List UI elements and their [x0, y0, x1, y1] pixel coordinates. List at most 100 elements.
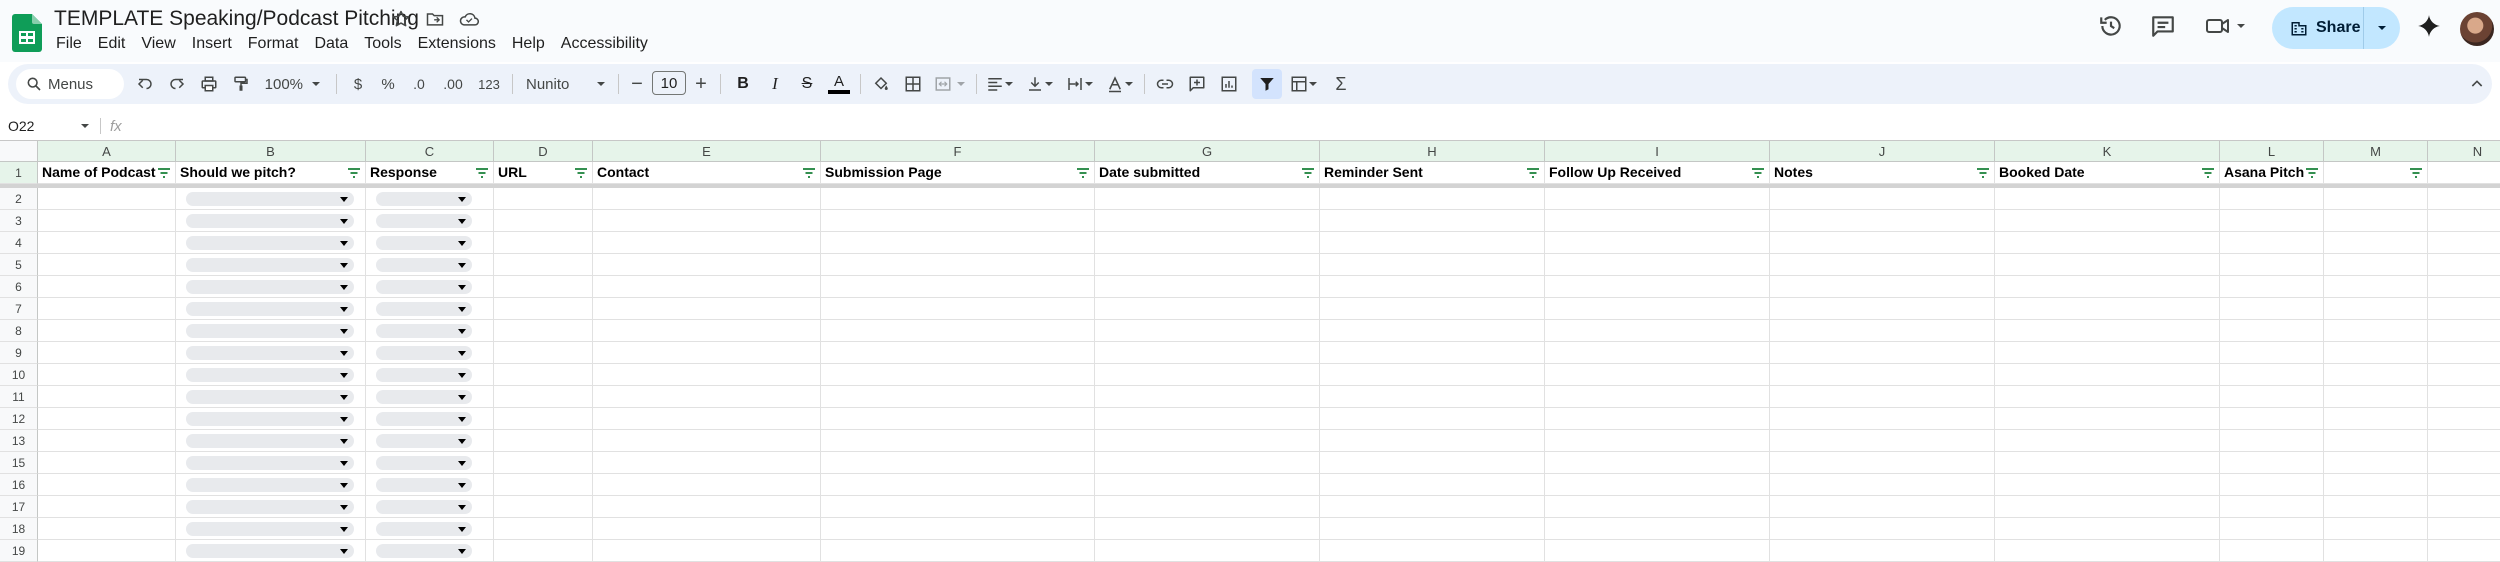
table-cell[interactable]: [176, 276, 366, 298]
table-cell[interactable]: [2324, 364, 2428, 386]
table-cell[interactable]: [1995, 430, 2220, 452]
table-cell[interactable]: [1545, 474, 1770, 496]
row-header[interactable]: 15: [0, 452, 38, 474]
decrease-decimal-button[interactable]: .0: [404, 64, 434, 104]
table-cell[interactable]: [2220, 298, 2324, 320]
dropdown-chip[interactable]: [376, 236, 472, 250]
dropdown-chip[interactable]: [186, 456, 354, 470]
table-cell[interactable]: [2324, 276, 2428, 298]
menu-file[interactable]: File: [48, 32, 90, 56]
table-cell[interactable]: [1995, 254, 2220, 276]
table-cell[interactable]: [593, 518, 821, 540]
insert-comment-icon[interactable]: [1182, 64, 1212, 104]
functions-button[interactable]: Σ: [1326, 64, 1356, 104]
table-cell[interactable]: [1320, 452, 1545, 474]
row-header[interactable]: 1: [0, 162, 38, 184]
table-cell[interactable]: [593, 342, 821, 364]
row-header[interactable]: 11: [0, 386, 38, 408]
table-cell[interactable]: [2220, 474, 2324, 496]
table-cell[interactable]: [2324, 408, 2428, 430]
row-header[interactable]: 3: [0, 210, 38, 232]
column-filter-icon[interactable]: [1301, 166, 1315, 180]
meet-button[interactable]: [2204, 14, 2246, 38]
column-header-l[interactable]: L: [2220, 141, 2324, 162]
table-cell[interactable]: [38, 320, 176, 342]
table-cell[interactable]: [2324, 474, 2428, 496]
table-cell[interactable]: [1995, 320, 2220, 342]
header-cell[interactable]: Response: [366, 162, 494, 184]
table-cell[interactable]: [1995, 210, 2220, 232]
table-cell[interactable]: [821, 496, 1095, 518]
table-cell[interactable]: [2428, 254, 2500, 276]
filter-views-icon[interactable]: [1284, 64, 1324, 104]
table-cell[interactable]: [1545, 386, 1770, 408]
table-cell[interactable]: [38, 276, 176, 298]
table-cell[interactable]: [366, 496, 494, 518]
dropdown-chip[interactable]: [186, 368, 354, 382]
column-filter-icon[interactable]: [2305, 166, 2319, 180]
row-header[interactable]: 10: [0, 364, 38, 386]
table-cell[interactable]: [2428, 386, 2500, 408]
table-cell[interactable]: [176, 298, 366, 320]
align-vertical-icon[interactable]: [1022, 64, 1058, 104]
table-cell[interactable]: [366, 232, 494, 254]
table-cell[interactable]: [176, 232, 366, 254]
table-cell[interactable]: [494, 298, 593, 320]
table-cell[interactable]: [593, 276, 821, 298]
header-cell[interactable]: [2324, 162, 2428, 184]
table-cell[interactable]: [38, 188, 176, 210]
table-cell[interactable]: [1320, 386, 1545, 408]
table-cell[interactable]: [821, 518, 1095, 540]
table-cell[interactable]: [593, 254, 821, 276]
row-header[interactable]: 9: [0, 342, 38, 364]
table-cell[interactable]: [821, 474, 1095, 496]
comments-icon[interactable]: [2150, 13, 2176, 44]
table-cell[interactable]: [593, 452, 821, 474]
table-cell[interactable]: [2324, 518, 2428, 540]
table-cell[interactable]: [1320, 408, 1545, 430]
column-header-e[interactable]: E: [593, 141, 821, 162]
table-cell[interactable]: [176, 408, 366, 430]
table-cell[interactable]: [38, 430, 176, 452]
column-filter-icon[interactable]: [1976, 166, 1990, 180]
table-cell[interactable]: [593, 496, 821, 518]
dropdown-chip[interactable]: [186, 478, 354, 492]
table-cell[interactable]: [38, 474, 176, 496]
table-cell[interactable]: [176, 452, 366, 474]
table-cell[interactable]: [1095, 518, 1320, 540]
dropdown-chip[interactable]: [376, 280, 472, 294]
table-cell[interactable]: [494, 386, 593, 408]
table-cell[interactable]: [2220, 430, 2324, 452]
table-cell[interactable]: [1320, 342, 1545, 364]
table-cell[interactable]: [176, 342, 366, 364]
menu-tools[interactable]: Tools: [356, 32, 409, 56]
table-cell[interactable]: [821, 298, 1095, 320]
table-cell[interactable]: [1095, 430, 1320, 452]
row-header[interactable]: 8: [0, 320, 38, 342]
table-cell[interactable]: [1770, 320, 1995, 342]
dropdown-chip[interactable]: [186, 214, 354, 228]
dropdown-chip[interactable]: [186, 192, 354, 206]
table-cell[interactable]: [1095, 276, 1320, 298]
table-cell[interactable]: [2220, 452, 2324, 474]
table-cell[interactable]: [821, 430, 1095, 452]
table-cell[interactable]: [1995, 474, 2220, 496]
table-cell[interactable]: [2324, 430, 2428, 452]
dropdown-chip[interactable]: [186, 522, 354, 536]
table-cell[interactable]: [494, 232, 593, 254]
table-cell[interactable]: [366, 188, 494, 210]
table-cell[interactable]: [593, 408, 821, 430]
table-cell[interactable]: [494, 188, 593, 210]
table-cell[interactable]: [1545, 232, 1770, 254]
table-cell[interactable]: [176, 518, 366, 540]
move-folder-icon[interactable]: [424, 8, 446, 30]
table-cell[interactable]: [2324, 254, 2428, 276]
column-filter-icon[interactable]: [2409, 166, 2423, 180]
table-cell[interactable]: [1770, 474, 1995, 496]
table-cell[interactable]: [2324, 386, 2428, 408]
header-cell[interactable]: Date submitted: [1095, 162, 1320, 184]
table-cell[interactable]: [366, 320, 494, 342]
table-cell[interactable]: [593, 298, 821, 320]
table-cell[interactable]: [494, 452, 593, 474]
table-cell[interactable]: [2428, 408, 2500, 430]
